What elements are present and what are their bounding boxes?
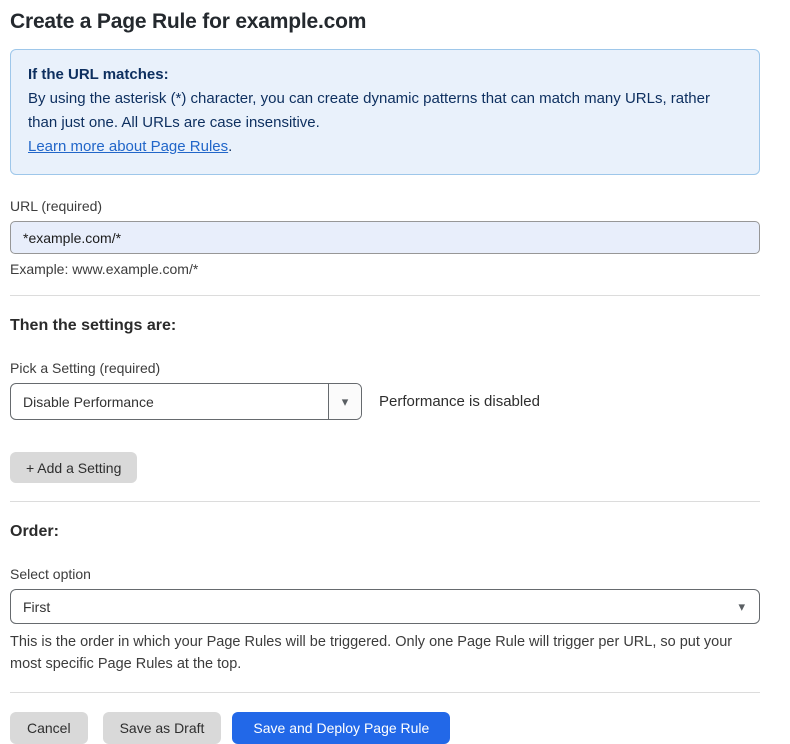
footer-actions: Cancel Save as Draft Save and Deploy Pag… (10, 712, 760, 744)
chevron-down-icon: ▾ (342, 394, 349, 410)
order-select-value: First (23, 599, 50, 615)
settings-section-heading: Then the settings are: (10, 317, 760, 335)
setting-select-arrow-button[interactable]: ▾ (328, 384, 361, 419)
save-as-draft-button[interactable]: Save as Draft (103, 712, 222, 744)
setting-select-value: Disable Performance (11, 384, 328, 419)
cancel-button[interactable]: Cancel (10, 712, 88, 744)
info-box-link-line: Learn more about Page Rules. (28, 135, 742, 159)
add-setting-button[interactable]: + Add a Setting (10, 452, 137, 483)
setting-select[interactable]: Disable Performance ▾ (10, 383, 362, 420)
setting-row: Disable Performance ▾ Performance is dis… (10, 383, 760, 420)
setting-picker-label: Pick a Setting (required) (10, 360, 760, 376)
info-box-heading: If the URL matches: (28, 63, 742, 87)
url-match-info-box: If the URL matches: By using the asteris… (10, 49, 760, 175)
setting-status-text: Performance is disabled (379, 393, 540, 410)
divider (10, 692, 760, 693)
page-rule-form: Create a Page Rule for example.com If th… (0, 0, 790, 744)
learn-more-link[interactable]: Learn more about Page Rules (28, 138, 228, 155)
url-field-label: URL (required) (10, 198, 760, 214)
order-section-heading: Order: (10, 523, 760, 541)
info-box-body: By using the asterisk (*) character, you… (28, 87, 742, 135)
divider (10, 501, 760, 502)
order-select[interactable]: First ▾ (10, 589, 760, 624)
url-example-hint: Example: www.example.com/* (10, 261, 760, 277)
url-input[interactable] (10, 221, 760, 254)
order-description: This is the order in which your Page Rul… (10, 631, 760, 676)
save-and-deploy-button[interactable]: Save and Deploy Page Rule (232, 712, 450, 744)
chevron-down-icon: ▾ (738, 599, 745, 615)
link-suffix: . (228, 138, 232, 155)
order-select-label: Select option (10, 566, 760, 582)
divider (10, 295, 760, 296)
page-title: Create a Page Rule for example.com (10, 10, 760, 34)
